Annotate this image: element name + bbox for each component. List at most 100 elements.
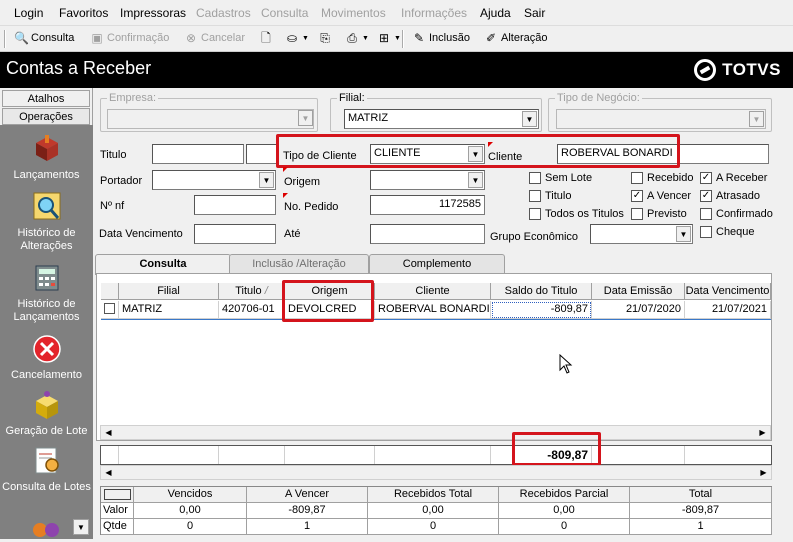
new-document-button[interactable]: 🗋 <box>259 31 273 45</box>
titulo-checkbox[interactable]: Titulo <box>529 190 572 202</box>
chevron-down-icon[interactable]: ▼ <box>259 172 274 188</box>
tab-atalhos[interactable]: Atalhos <box>2 90 90 107</box>
cancel-x-icon <box>30 333 64 365</box>
required-marker <box>283 167 288 172</box>
tab-consulta[interactable]: Consulta <box>95 254 231 275</box>
menu-login[interactable]: Login <box>14 6 43 20</box>
grid-header-filial[interactable]: Filial <box>119 283 219 300</box>
menu-sair[interactable]: Sair <box>524 6 545 20</box>
search-button[interactable]: ⛀ ▼ <box>285 31 309 45</box>
filial-label: Filial: <box>337 92 367 104</box>
summary-cell: 1 <box>247 519 368 535</box>
summary-cell: 0,00 <box>368 503 499 519</box>
titles-grid: Filial Titulo / Origem Cliente Saldo do … <box>96 273 772 441</box>
venc-inicio-input[interactable] <box>194 224 276 244</box>
grid-header-cliente[interactable]: Cliente <box>375 283 491 300</box>
magnifier-icon <box>30 191 64 223</box>
grid-header-saldo[interactable]: Saldo do Titulo <box>491 283 592 300</box>
sidebar-item-lancamentos[interactable]: Lançamentos <box>0 133 93 182</box>
sidebar-item-geracao-lote[interactable]: Geração de Lote <box>0 389 93 438</box>
portador-select[interactable]: ▼ <box>152 170 276 190</box>
sidebar-item-cancelamento[interactable]: Cancelamento <box>0 333 93 382</box>
chevron-down-icon[interactable]: ▼ <box>522 111 537 127</box>
row-checkbox[interactable] <box>101 301 119 319</box>
grupo-select[interactable]: ▼ <box>590 224 693 244</box>
scroll-right-arrow-icon[interactable]: ▶ <box>755 426 770 439</box>
operations-panel: Lançamentos Histórico de Alterações Hist… <box>0 125 93 539</box>
boxes-icon <box>30 133 64 165</box>
toolbar-separator <box>4 30 6 48</box>
tab-complemento[interactable]: Complemento <box>369 254 505 274</box>
row-selection-line <box>101 319 771 320</box>
titulo-input[interactable] <box>152 144 244 164</box>
save-icon: ▣ <box>91 31 103 45</box>
checkmark-icon: ✓ <box>700 172 712 184</box>
todos-titulos-checkbox[interactable]: Todos os Titulos <box>529 208 624 220</box>
ate-label: Até <box>284 228 301 240</box>
preview-icon: ⊞ <box>378 31 390 45</box>
recebido-checkbox[interactable]: Recebido <box>631 172 693 184</box>
titulo-parcela-input[interactable] <box>246 144 278 164</box>
sem-lote-checkbox[interactable]: Sem Lote <box>529 172 592 184</box>
atrasado-checkbox[interactable]: ✓ Atrasado <box>700 190 760 202</box>
sidebar-item-historico-alteracoes[interactable]: Histórico de Alterações <box>0 191 93 253</box>
export-icon: ⎘ <box>320 31 330 45</box>
export-button[interactable]: ⎘ <box>318 31 332 45</box>
nnf-input[interactable] <box>194 195 276 215</box>
grid-header-select <box>101 283 119 300</box>
grid-horizontal-scrollbar[interactable]: ◀ ▶ <box>100 425 771 440</box>
grid-header-titulo[interactable]: Titulo / <box>219 283 285 300</box>
cancelar-button: ⊗ Cancelar <box>184 31 245 45</box>
inclusao-button[interactable]: ✎ Inclusão <box>412 31 470 45</box>
pedido-label: No. Pedido <box>284 201 339 213</box>
confirmado-checkbox[interactable]: Confirmado <box>700 208 773 220</box>
origem-select[interactable]: ▼ <box>370 170 485 190</box>
cell-saldo: -809,87 <box>491 301 592 319</box>
menu-movimentos: Movimentos <box>321 6 386 20</box>
menu-cadastros: Cadastros <box>196 6 251 20</box>
chevron-down-icon: ▼ <box>749 111 764 127</box>
grid-header-data-vencimento[interactable]: Data Vencimento <box>685 283 771 300</box>
cheque-checkbox[interactable]: Cheque <box>700 226 755 238</box>
highlight-box <box>276 134 680 168</box>
a-vencer-checkbox[interactable]: ✓ A Vencer <box>631 190 691 202</box>
totals-horizontal-scrollbar[interactable]: ◀ ▶ <box>100 465 772 480</box>
print-button[interactable]: ⎙ ▼ <box>345 31 369 45</box>
more-items-icon <box>30 518 64 539</box>
checkbox-box <box>529 190 541 202</box>
sidebar-item-historico-lancamentos[interactable]: Histórico de Lançamentos <box>0 262 93 324</box>
chevron-down-icon[interactable]: ▼ <box>676 226 691 242</box>
tab-inclusao-alteracao[interactable]: Inclusão /Alteração <box>229 254 369 274</box>
scroll-right-arrow-icon[interactable]: ▶ <box>756 466 771 479</box>
consulta-button[interactable]: 🔍 Consulta <box>14 31 74 45</box>
checkmark-icon: ✓ <box>631 190 643 202</box>
previsto-checkbox[interactable]: Previsto <box>631 208 687 220</box>
sidebar-scroll-down-button[interactable]: ▼ <box>73 519 89 535</box>
alteracao-button[interactable]: ✐ Alteração <box>484 31 548 45</box>
grid-header-data-emissao[interactable]: Data Emissão <box>592 283 685 300</box>
cancel-icon: ⊗ <box>185 31 197 45</box>
chevron-down-icon[interactable]: ▼ <box>468 172 483 188</box>
confirmacao-label: Confirmação <box>107 32 170 44</box>
menu-ajuda[interactable]: Ajuda <box>480 6 511 20</box>
summary-header-recebidos-total: Recebidos Total <box>368 487 499 503</box>
scroll-left-arrow-icon[interactable]: ◀ <box>101 466 116 479</box>
tab-operacoes[interactable]: Operações <box>2 108 90 125</box>
summary-cell: 0,00 <box>499 503 630 519</box>
menu-impressoras[interactable]: Impressoras <box>120 6 186 20</box>
sidebar-item-consulta-lotes[interactable]: Consulta de Lotes <box>0 445 93 494</box>
summary-header-vencidos: Vencidos <box>134 487 247 503</box>
venc-fim-input[interactable] <box>370 224 485 244</box>
pedido-input[interactable]: 1172585 <box>370 195 485 215</box>
brand-name: TOTVS <box>722 60 781 79</box>
summary-cell: 1 <box>630 519 772 535</box>
filial-select[interactable]: MATRIZ ▼ <box>344 109 539 129</box>
a-receber-checkbox[interactable]: ✓ A Receber <box>700 172 767 184</box>
preview-button[interactable]: ⊞ ▼ <box>377 31 401 45</box>
menu-favoritos[interactable]: Favoritos <box>59 6 108 20</box>
scroll-left-arrow-icon[interactable]: ◀ <box>101 426 116 439</box>
alteracao-label: Alteração <box>501 32 548 44</box>
menu-bar: Login Favoritos Impressoras Cadastros Co… <box>0 0 793 26</box>
summary-corner <box>101 487 134 503</box>
grupo-label: Grupo Econômico <box>490 231 579 243</box>
